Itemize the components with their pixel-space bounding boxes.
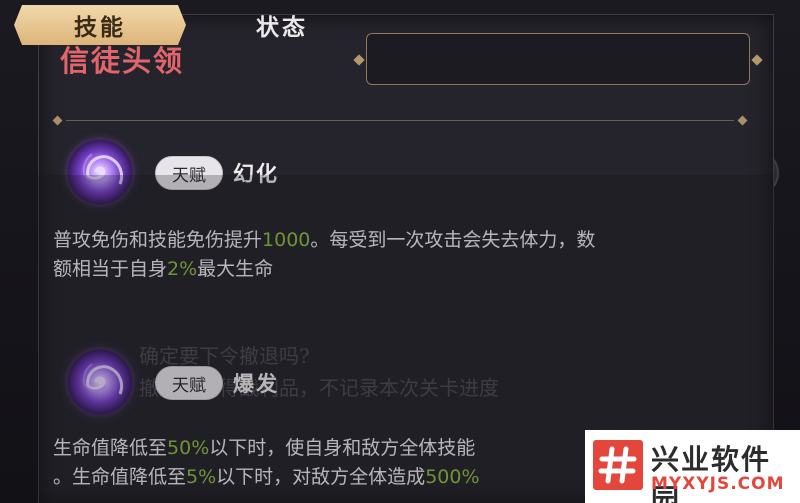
skill-description-line-2: 。生命值降低至5%以下时，对敌方全体造成500% bbox=[53, 466, 480, 488]
skill-description-line-1: 生命值降低至50%以下时，使自身和敌方全体技能 bbox=[53, 437, 476, 459]
skill-description-line-1: 普攻免伤和技能免伤提升1000。每受到一次攻击会失去体力，数 bbox=[53, 229, 596, 251]
hash-logo-icon bbox=[593, 440, 643, 490]
tab-status[interactable]: 状态 bbox=[196, 5, 368, 45]
background-dialog-question: 确定要下令撤退吗? bbox=[139, 344, 310, 368]
skill-name: 爆发 bbox=[233, 372, 279, 396]
talent-tag: 天赋 bbox=[155, 366, 223, 400]
watermark: 兴业软件园 MYXYJS.COM bbox=[585, 430, 800, 503]
decorative-divider bbox=[52, 115, 748, 126]
purple-vortex-icon bbox=[68, 140, 132, 204]
skill-description-line-2: 额相当于自身2%最大生命 bbox=[53, 258, 274, 280]
tab-switch bbox=[366, 33, 750, 85]
purple-vortex-icon bbox=[68, 350, 132, 414]
watermark-url: MYXYJS.COM bbox=[651, 474, 785, 494]
skill-name: 幻化 bbox=[233, 162, 279, 186]
tab-skills[interactable]: 技能 bbox=[14, 5, 186, 45]
talent-tag: 天赋 bbox=[155, 156, 223, 190]
